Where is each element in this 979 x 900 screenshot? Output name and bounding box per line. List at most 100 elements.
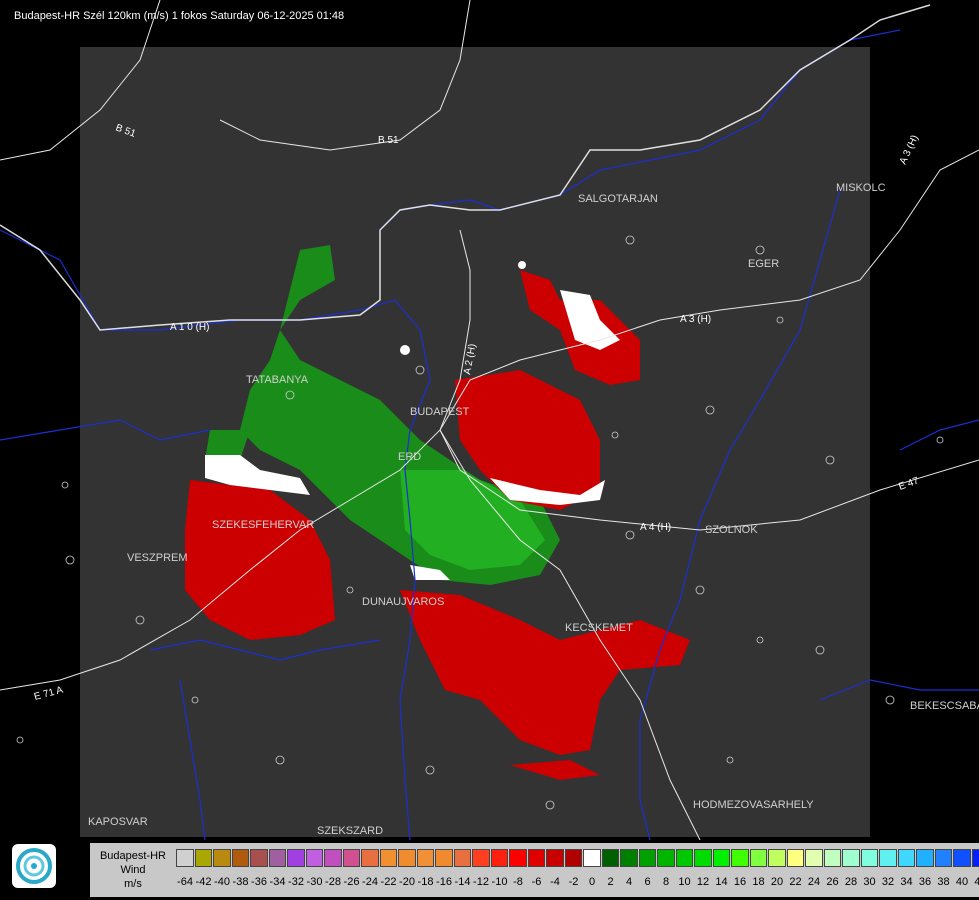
legend-title: Budapest-HR Wind m/s (90, 843, 176, 897)
legend-tick-label: 16 (733, 876, 747, 888)
legend-swatch (398, 849, 416, 867)
city-label: TATABANYA (246, 374, 309, 386)
legend-swatch (527, 849, 545, 867)
legend-tick-label: -24 (362, 876, 378, 888)
road-label-a4: A 4 (H) (640, 522, 671, 533)
road-label-b51-b: B 51 (378, 135, 399, 146)
city-label: KAPOSVAR (88, 816, 148, 828)
legend-tick-label: -64 (177, 876, 193, 888)
legend-swatch (805, 849, 823, 867)
legend-tick-label: 40 (955, 876, 969, 888)
legend-swatch (768, 849, 786, 867)
legend-swatch (897, 849, 915, 867)
legend-swatch (731, 849, 749, 867)
legend-tick-label: 24 (807, 876, 821, 888)
legend-swatch (472, 849, 490, 867)
city-label: HODMEZOVASARHELY (693, 799, 814, 811)
legend-swatch (342, 849, 360, 867)
city-label: DUNAUJVAROS (362, 596, 444, 608)
legend-swatch (194, 849, 212, 867)
map-title: Budapest-HR Szél 120km (m/s) 1 fokos Sat… (14, 10, 345, 22)
legend-tick-label: 2 (607, 876, 614, 888)
legend-tick-label: -38 (232, 876, 249, 888)
legend-tick-label: -40 (214, 876, 230, 888)
legend-tick-label: 8 (662, 876, 670, 888)
legend-tick-label: 10 (678, 876, 691, 888)
legend-tick-label: 12 (696, 876, 710, 888)
city-label: SALGOTARJAN (578, 193, 658, 205)
legend-tick-label: -32 (288, 876, 304, 888)
legend-radar-name: Budapest-HR (99, 850, 167, 862)
legend-tick-label: -28 (325, 876, 341, 888)
legend-swatch (250, 849, 268, 867)
legend-swatch (176, 849, 194, 867)
legend-tick-label: -14 (454, 876, 471, 888)
legend-swatch (657, 849, 675, 867)
weather-service-logo (12, 844, 56, 888)
road-label-a3: A 3 (H) (680, 314, 711, 325)
legend-tick-label: -20 (399, 876, 415, 888)
legend-tick-label: 20 (770, 876, 784, 888)
legend-tick-label: -4 (550, 876, 560, 888)
legend-swatch (231, 849, 249, 867)
legend-swatch (509, 849, 527, 867)
legend-swatch (361, 849, 379, 867)
legend-swatch (564, 849, 582, 867)
legend-swatch (916, 849, 934, 867)
legend-swatch (749, 849, 767, 867)
swirl-logo-icon (16, 848, 52, 884)
legend-swatch (860, 849, 878, 867)
legend-tick-label: 32 (881, 876, 895, 888)
legend-tick-label: 14 (715, 876, 728, 888)
legend-swatch (490, 849, 508, 867)
city-label: EGER (748, 258, 779, 270)
legend-swatch (601, 849, 619, 867)
legend-tick-label: -36 (251, 876, 267, 888)
legend-swatch (638, 849, 656, 867)
legend-tick-label: 36 (918, 876, 932, 888)
legend-swatch (823, 849, 841, 867)
legend-swatch (953, 849, 971, 867)
legend-swatches (176, 849, 979, 867)
legend-tick-label: -18 (417, 876, 434, 888)
legend-tick-label: 28 (844, 876, 858, 888)
legend-swatch (546, 849, 564, 867)
legend-swatch (416, 849, 434, 867)
legend-swatch (379, 849, 397, 867)
legend-tick-label: 38 (937, 876, 950, 888)
legend-swatch (583, 849, 601, 867)
legend-tick-label: 42 (974, 876, 979, 888)
legend-tick-label: -10 (491, 876, 508, 888)
legend-swatch (324, 849, 342, 867)
legend-tick-label: -22 (380, 876, 397, 888)
city-label: MISKOLC (836, 182, 886, 194)
legend-tick-label: 4 (625, 876, 633, 888)
legend-tick-label: -26 (343, 876, 360, 888)
legend-swatch (305, 849, 323, 867)
legend-swatch (268, 849, 286, 867)
legend-swatch (971, 849, 979, 867)
legend-tick-label: -2 (568, 876, 579, 888)
legend-swatch (453, 849, 471, 867)
legend-unit: m/s (124, 878, 142, 890)
legend-tick-label: -6 (531, 876, 542, 888)
city-label: BUDAPEST (410, 406, 470, 418)
legend-tick-label: 30 (863, 876, 876, 888)
legend-tick-label: 26 (826, 876, 839, 888)
color-legend: Budapest-HR Wind m/s -64 -42 -40 -38 -36 -34-… (90, 843, 979, 897)
legend-tick-label: -12 (473, 876, 489, 888)
legend-tick-label: 6 (644, 876, 651, 888)
legend-swatch (879, 849, 897, 867)
legend-tick-label: -42 (195, 876, 212, 888)
legend-tick-label: -16 (436, 876, 452, 888)
city-label: SZEKSZARD (317, 825, 383, 837)
road-label-a1: A 1 0 (H) (170, 322, 209, 333)
road-label-e47: E 47 (897, 475, 921, 493)
legend-swatch (675, 849, 693, 867)
city-label: SZEKESFEHERVAR (212, 519, 314, 531)
legend-ticks: -64 -42 -40 -38 -36 -34 -32 -30 -28 -26 -24 -22 -20-… (176, 876, 979, 890)
legend-swatch (712, 849, 730, 867)
legend-swatch (934, 849, 952, 867)
legend-tick-label: -30 (306, 876, 323, 888)
city-label: KECSKEMET (565, 622, 633, 634)
